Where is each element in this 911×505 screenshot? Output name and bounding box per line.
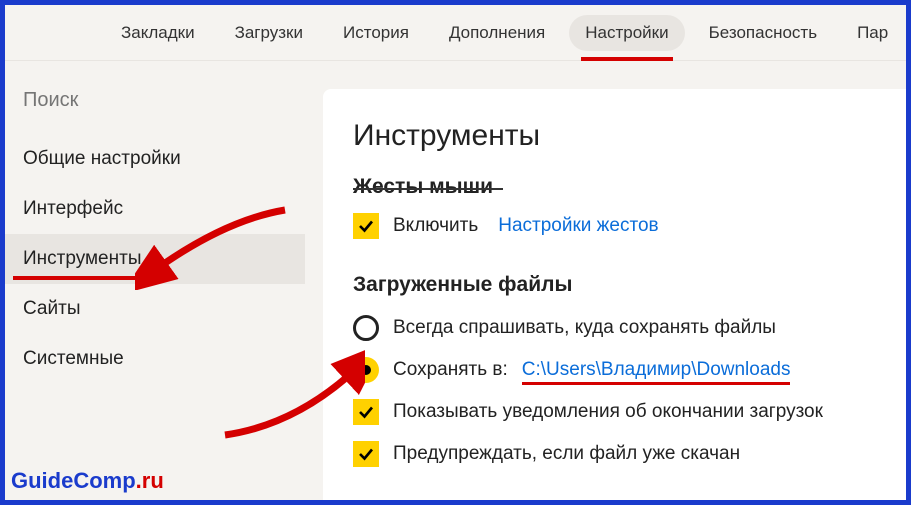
annotation-strike — [353, 188, 503, 190]
settings-sidebar: Общие настройки Интерфейс Инструменты Са… — [5, 61, 305, 500]
section-label: Жесты мыши — [353, 175, 493, 198]
sidebar-item-general[interactable]: Общие настройки — [5, 134, 305, 184]
tab-history[interactable]: История — [327, 15, 425, 51]
check-icon — [357, 403, 375, 421]
page-title: Инструменты — [353, 119, 882, 153]
always-ask-label: Всегда спрашивать, куда сохранять файлы — [393, 317, 776, 339]
checkbox-show-notifications[interactable] — [353, 399, 379, 425]
top-tabs: Закладки Загрузки История Дополнения Нас… — [5, 5, 906, 61]
sidebar-search — [5, 61, 305, 134]
tab-bookmarks[interactable]: Закладки — [105, 15, 211, 51]
annotation-underline — [13, 276, 153, 280]
search-input[interactable] — [23, 89, 287, 112]
checkbox-enable-gestures[interactable] — [353, 213, 379, 239]
download-path-link[interactable]: C:\Users\Владимир\Downloads — [522, 359, 791, 380]
tab-security[interactable]: Безопасность — [693, 15, 833, 51]
section-downloads-title: Загруженные файлы — [353, 273, 882, 297]
watermark: GuideComp.ru — [11, 468, 164, 494]
gesture-settings-link[interactable]: Настройки жестов — [498, 215, 658, 237]
check-icon — [357, 445, 375, 463]
check-icon — [357, 217, 375, 235]
settings-content: Инструменты Жесты мыши Включить Настройк… — [323, 89, 906, 500]
save-to-label: Сохранять в: — [393, 359, 508, 381]
section-mouse-gestures-title: Жесты мыши — [353, 175, 882, 199]
watermark-text-ru: .ru — [136, 468, 164, 493]
sidebar-item-sites[interactable]: Сайты — [5, 284, 305, 334]
tab-settings-label: Настройки — [585, 23, 668, 42]
show-notifications-label: Показывать уведомления об окончании загр… — [393, 401, 823, 423]
watermark-text: GuideComp — [11, 468, 136, 493]
checkbox-warn-duplicate[interactable] — [353, 441, 379, 467]
annotation-underline — [522, 382, 791, 385]
radio-save-to[interactable] — [353, 357, 379, 383]
tab-passwords[interactable]: Пар — [841, 15, 904, 51]
annotation-underline — [581, 57, 672, 61]
sidebar-item-interface[interactable]: Интерфейс — [5, 184, 305, 234]
tab-downloads[interactable]: Загрузки — [219, 15, 319, 51]
sidebar-item-tools[interactable]: Инструменты — [5, 234, 305, 284]
tab-addons[interactable]: Дополнения — [433, 15, 561, 51]
tab-settings[interactable]: Настройки — [569, 15, 684, 51]
radio-always-ask[interactable] — [353, 315, 379, 341]
sidebar-item-system[interactable]: Системные — [5, 334, 305, 384]
enable-gestures-label: Включить — [393, 215, 478, 237]
warn-duplicate-label: Предупреждать, если файл уже скачан — [393, 443, 740, 465]
sidebar-item-tools-label: Инструменты — [23, 248, 141, 269]
